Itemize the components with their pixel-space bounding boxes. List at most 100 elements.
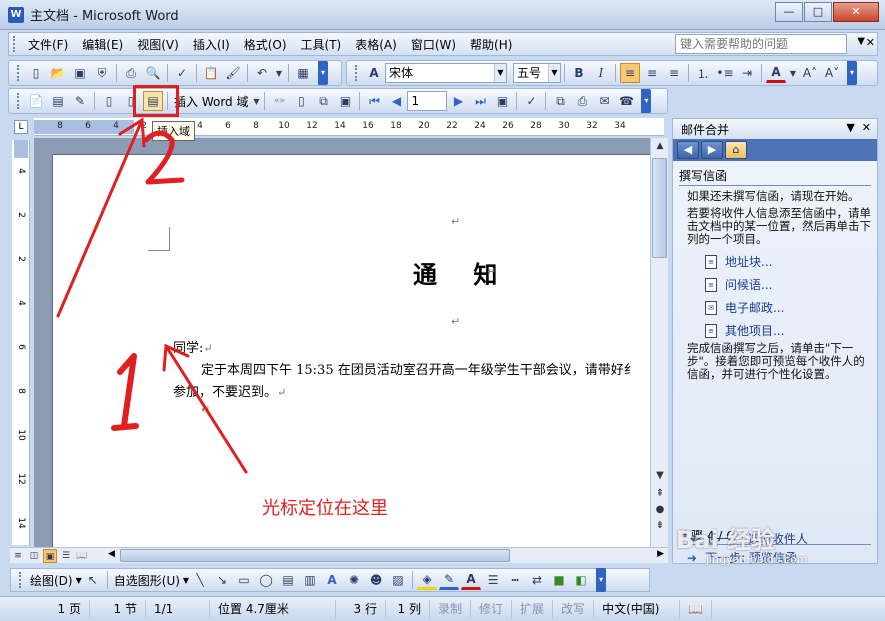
insert-word-field-button[interactable]: 插入 Word 域 — [171, 93, 251, 110]
draw-menu-button[interactable]: 绘图(D) — [27, 572, 76, 589]
fill-color-icon[interactable]: ◈ — [417, 570, 438, 590]
greeting-line-link[interactable]: ≡ 问候语... — [679, 273, 871, 296]
help-dropdown-icon[interactable]: ▼ — [857, 36, 865, 47]
permission-icon[interactable]: ⛨ — [92, 63, 112, 83]
menu-insert[interactable]: 插入(I) — [186, 36, 237, 53]
align-center-icon[interactable]: ≡ — [642, 63, 662, 83]
view-merged-data-icon[interactable]: «» — [269, 91, 289, 111]
grow-font-icon[interactable]: A˄ — [800, 63, 820, 83]
toolbar-options-icon[interactable]: ▾ — [318, 61, 328, 85]
merge-to-new-document-icon[interactable]: ⧉ — [550, 91, 570, 111]
spelling-icon[interactable]: ✓ — [172, 63, 192, 83]
outline-view-icon[interactable]: ☰ — [59, 549, 73, 563]
main-document-setup-icon[interactable]: 📄 — [26, 91, 46, 111]
previous-record-icon[interactable]: ◀ — [386, 91, 406, 111]
task-pane-close-icon[interactable]: ✕ — [862, 121, 871, 134]
font-color-dropdown-icon[interactable]: ▼ — [788, 63, 798, 83]
minimize-button[interactable]: — — [775, 2, 803, 22]
check-errors-icon[interactable]: ✓ — [521, 91, 541, 111]
save-icon[interactable]: ▣ — [70, 63, 90, 83]
forward-icon[interactable]: ▶ — [701, 141, 723, 159]
scroll-left-icon[interactable]: ◀ — [108, 549, 115, 559]
horizontal-ruler[interactable]: 8642246810121416182022242628303234 — [34, 118, 664, 136]
font-color-icon[interactable]: A — [461, 570, 482, 590]
record-number-input[interactable]: 1 — [407, 91, 448, 111]
menu-table[interactable]: 表格(A) — [348, 36, 404, 53]
scroll-right-icon[interactable]: ▶ — [657, 549, 664, 559]
address-block-link[interactable]: ≡ 地址块... — [679, 250, 871, 273]
toolbar-grip[interactable] — [17, 65, 21, 81]
chevron-down-icon[interactable]: ▼ — [183, 576, 189, 585]
print-icon[interactable]: ⎙ — [121, 63, 141, 83]
scroll-thumb[interactable] — [120, 549, 510, 562]
toolbar-options-icon[interactable]: ▾ — [596, 568, 607, 592]
close-button[interactable]: ✕ — [833, 2, 879, 22]
menu-view[interactable]: 视图(V) — [130, 36, 186, 53]
scroll-up-icon[interactable]: ▲ — [651, 138, 669, 154]
arrow-icon[interactable]: ↘ — [212, 570, 232, 590]
undo-dropdown-icon[interactable]: ▼ — [274, 63, 284, 83]
more-items-link[interactable]: ≡ 其他项目... — [679, 319, 871, 342]
bullets-icon[interactable]: •≡ — [715, 63, 735, 83]
select-objects-icon[interactable]: ↖ — [83, 570, 103, 590]
first-record-icon[interactable]: ⏮ — [364, 91, 384, 111]
font-color-icon[interactable]: A — [766, 63, 786, 83]
vertical-text-box-icon[interactable]: ▥ — [300, 570, 320, 590]
print-preview-icon[interactable]: 🔍 — [143, 63, 163, 83]
3d-icon[interactable]: ◧ — [571, 570, 591, 590]
print-layout-icon[interactable]: ▣ — [43, 548, 57, 563]
format-painter-icon[interactable]: 🖌 — [223, 63, 243, 83]
chevron-down-icon[interactable]: ▼ — [76, 576, 82, 585]
arrow-style-icon[interactable]: ⇄ — [527, 570, 547, 590]
status-rec[interactable]: 录制 — [430, 600, 472, 618]
last-record-icon[interactable]: ⏭ — [470, 91, 490, 111]
vertical-scrollbar[interactable]: ▲ ▼ ⇞ ● ⇟ — [650, 138, 668, 548]
text-box-icon[interactable]: ▤ — [278, 570, 298, 590]
line-icon[interactable]: ╲ — [190, 570, 210, 590]
help-search-input[interactable]: 键入需要帮助的问题 — [675, 34, 847, 54]
tab-selector[interactable]: L — [14, 120, 28, 134]
menu-file[interactable]: 文件(F) — [21, 36, 75, 53]
oval-icon[interactable]: ◯ — [256, 570, 276, 590]
shrink-font-icon[interactable]: A˅ — [822, 63, 842, 83]
toolbar-grip[interactable] — [17, 93, 21, 109]
clip-art-icon[interactable]: ☻ — [366, 570, 386, 590]
autoshapes-button[interactable]: 自选图形(U) — [111, 572, 183, 589]
insert-table-icon[interactable]: ▦ — [293, 63, 313, 83]
wordart-icon[interactable]: A — [322, 570, 342, 590]
menu-format[interactable]: 格式(O) — [237, 36, 294, 53]
chevron-down-icon[interactable]: ▼ — [252, 91, 260, 111]
new-document-icon[interactable]: ▯ — [26, 63, 46, 83]
undo-icon[interactable]: ↶ — [252, 63, 272, 83]
previous-page-icon[interactable]: ⇞ — [651, 488, 669, 499]
scroll-thumb[interactable] — [652, 158, 667, 258]
status-ovr[interactable]: 改写 — [553, 600, 595, 618]
document-close-icon[interactable]: ✕ — [866, 36, 875, 49]
picture-icon[interactable]: ▨ — [388, 570, 408, 590]
dash-style-icon[interactable]: ┅ — [505, 570, 525, 590]
propagate-labels-icon[interactable]: ▣ — [335, 91, 355, 111]
align-left-icon[interactable]: ≡ — [620, 63, 640, 83]
menu-edit[interactable]: 编辑(E) — [75, 36, 130, 53]
merge-to-printer-icon[interactable]: ⎙ — [572, 91, 592, 111]
maximize-button[interactable]: □ — [804, 2, 832, 22]
toolbar-grip[interactable] — [19, 572, 23, 588]
merge-to-fax-icon[interactable]: ☎ — [616, 91, 636, 111]
paste-icon[interactable]: 📋 — [201, 63, 221, 83]
spelling-status-icon[interactable]: 📖 — [680, 600, 713, 618]
bold-icon[interactable]: B — [569, 63, 589, 83]
next-page-icon[interactable]: ⇟ — [651, 520, 669, 531]
style-a-icon[interactable]: A — [364, 63, 384, 83]
body-line-2[interactable]: 参加，不要迟到。↵ — [173, 381, 286, 400]
insert-address-block-icon[interactable]: ▯ — [99, 91, 119, 111]
web-view-icon[interactable]: ◫ — [27, 549, 41, 563]
menu-tools[interactable]: 工具(T) — [294, 36, 349, 53]
mail-merge-recipients-icon[interactable]: ✎ — [70, 91, 90, 111]
chevron-down-icon[interactable]: ▼ — [494, 64, 506, 82]
vertical-ruler[interactable]: 4 2 2 4 6 8 10 12 14 — [12, 140, 30, 545]
scroll-down-icon[interactable]: ▼ — [651, 470, 669, 481]
match-fields-icon[interactable]: ⧉ — [313, 91, 333, 111]
toolbar-grip[interactable] — [355, 65, 359, 81]
document-page[interactable]: ↵ 通 知 ↵ ↵ 同学:↵ 定于本周四下午 15:35 在团员活动室召开高一年… — [52, 154, 650, 548]
next-record-icon[interactable]: ▶ — [448, 91, 468, 111]
